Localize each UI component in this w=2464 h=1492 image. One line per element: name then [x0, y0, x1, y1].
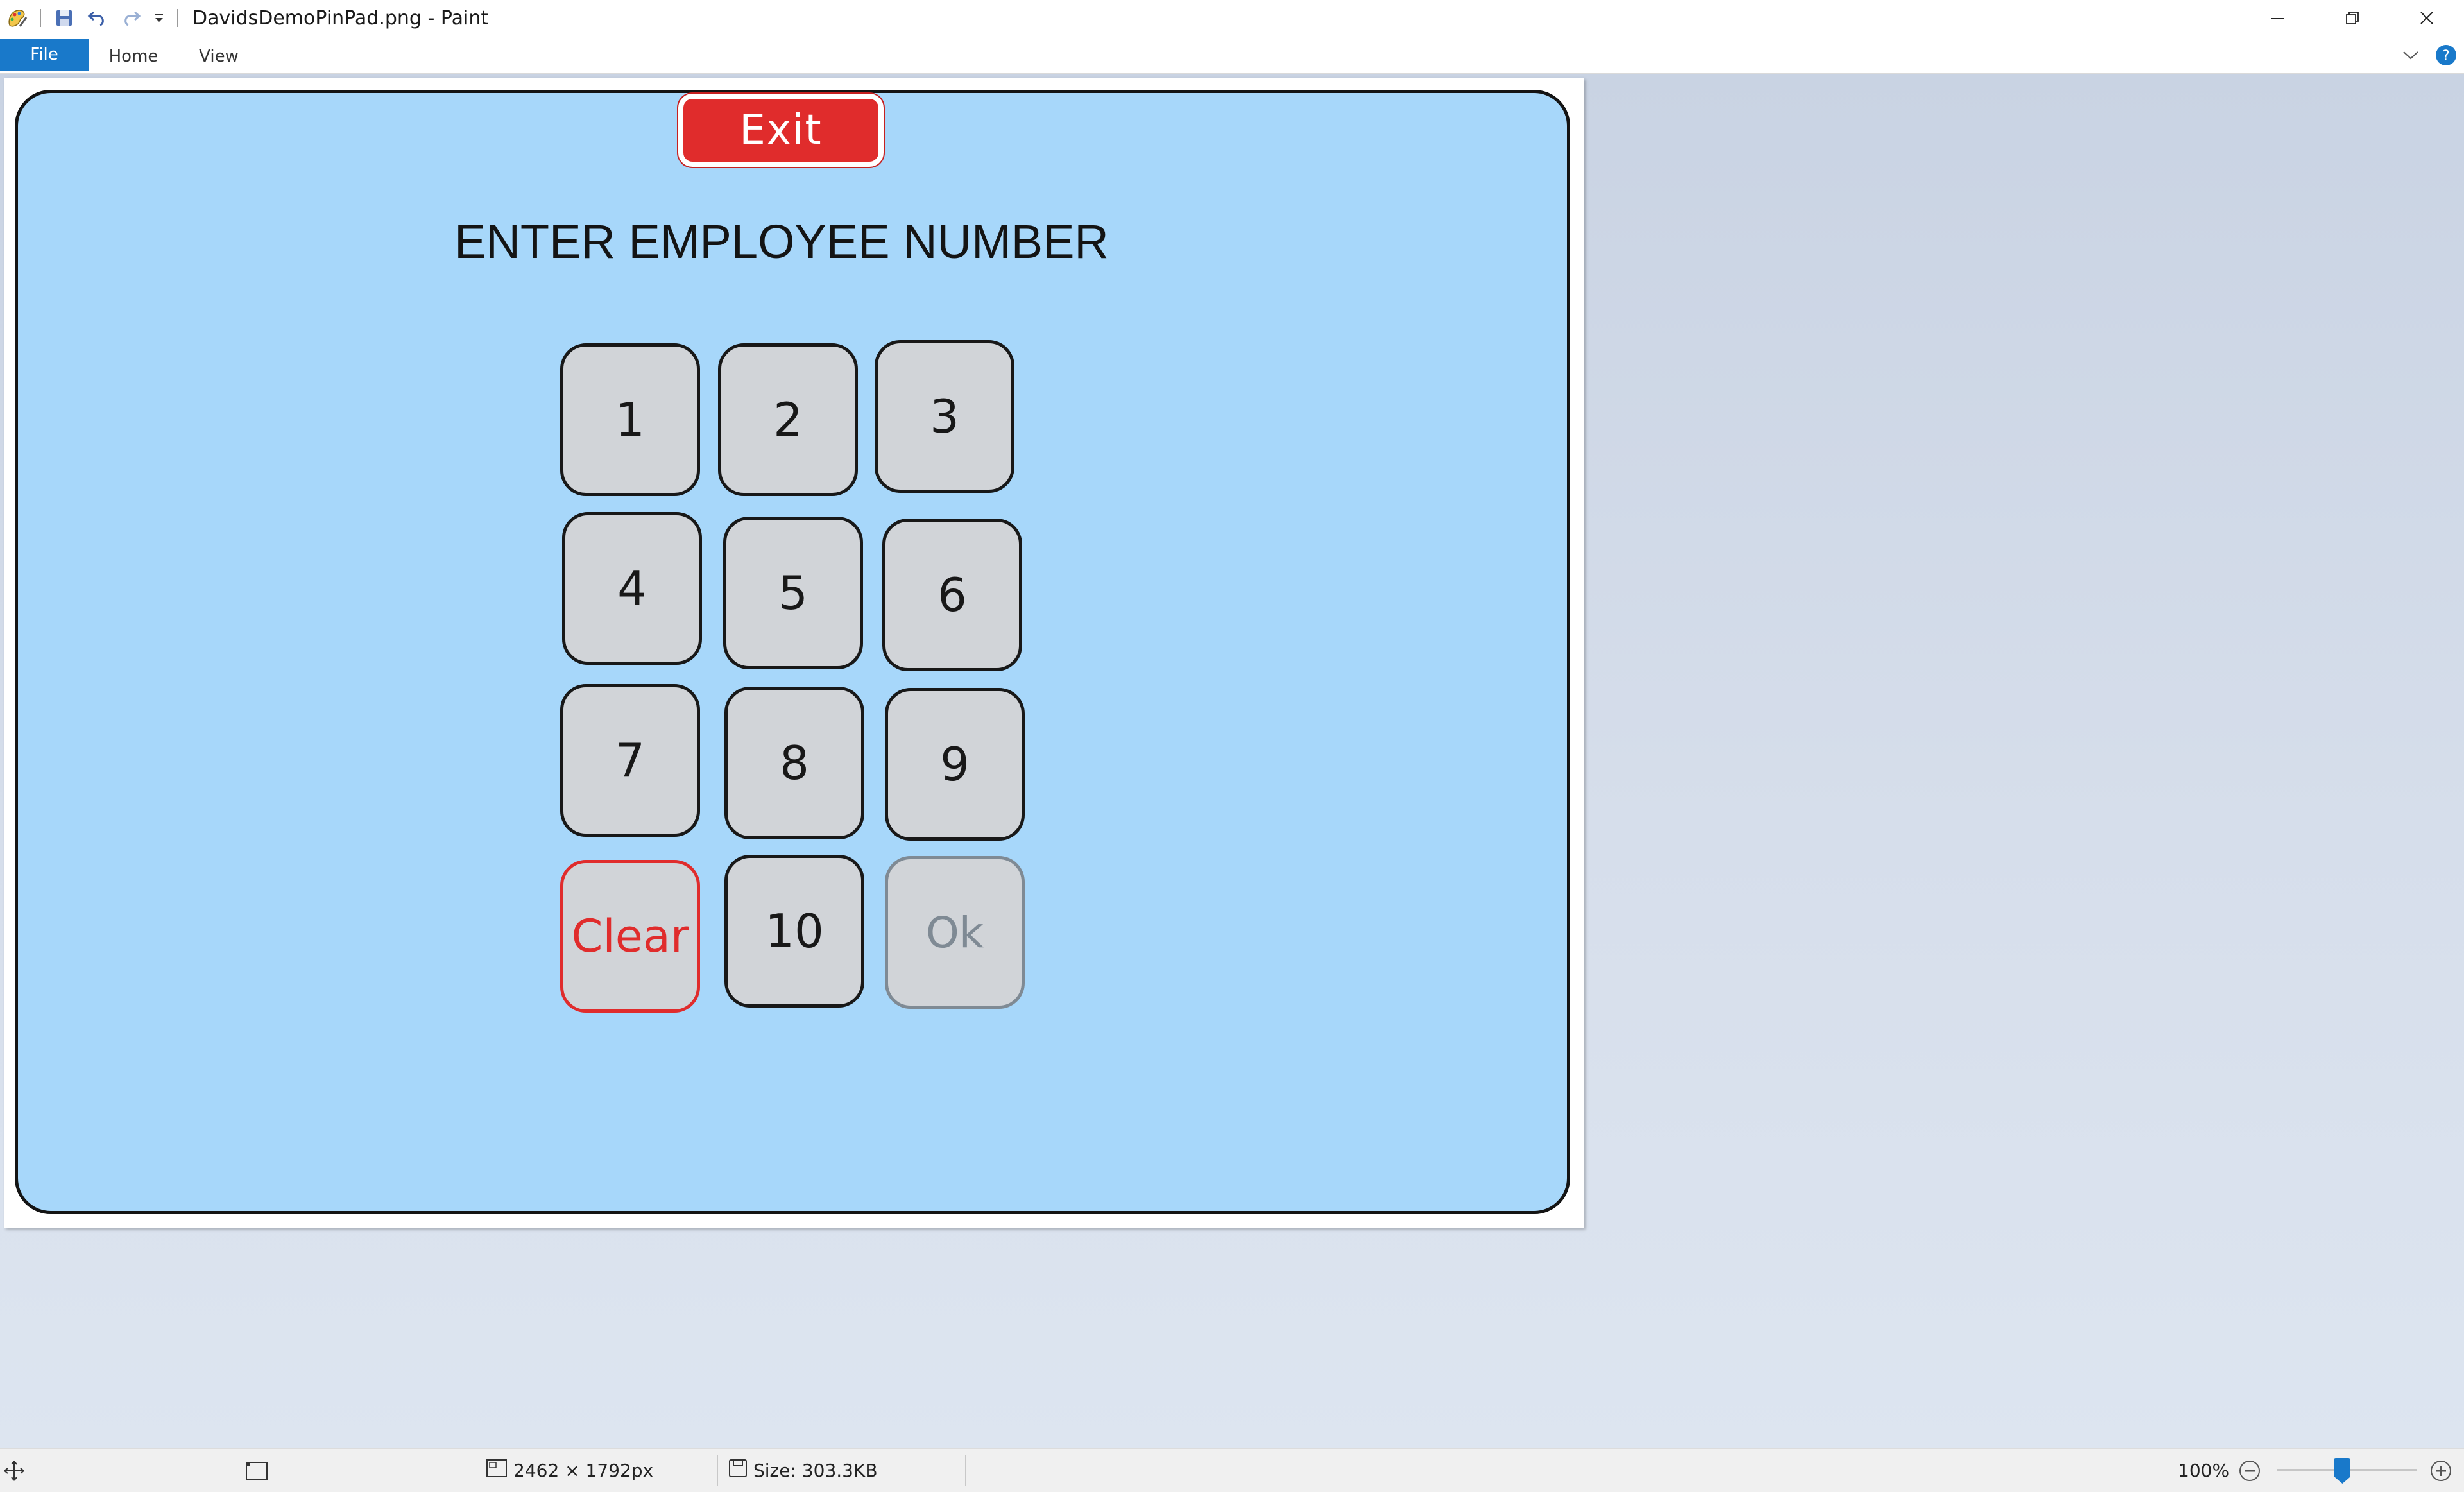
quick-access-toolbar [0, 0, 185, 36]
restore-icon[interactable] [2315, 0, 2390, 36]
key-8[interactable]: 8 [724, 687, 864, 839]
image-size-icon [485, 1457, 508, 1484]
tab-home[interactable]: Home [101, 41, 166, 72]
image-dimensions: 2462 × 1792px [513, 1460, 654, 1481]
key-5[interactable]: 5 [723, 517, 863, 669]
key-4[interactable]: 4 [562, 512, 702, 665]
undo-icon[interactable] [81, 0, 114, 36]
clear-button[interactable]: Clear [560, 860, 700, 1013]
qat-separator [177, 9, 178, 27]
key-3[interactable]: 3 [875, 340, 1014, 493]
help-icon[interactable]: ? [2434, 44, 2458, 70]
key-2[interactable]: 2 [718, 343, 858, 496]
window-controls [2241, 0, 2464, 36]
qat-separator [40, 9, 41, 27]
key-1[interactable]: 1 [560, 343, 700, 496]
workspace: Exit ENTER EMPLOYEE NUMBER 1 2 3 4 5 6 7… [0, 74, 2464, 1448]
file-size-indicator: Size: 303.3KB [728, 1449, 878, 1492]
disk-icon [728, 1458, 748, 1483]
save-icon[interactable] [47, 0, 81, 36]
key-6[interactable]: 6 [882, 519, 1022, 671]
ribbon-tabs: File Home View ? [0, 36, 2464, 74]
title-bar: DavidsDemoPinPad.png - Paint [0, 0, 2464, 36]
selection-move-icon [3, 1449, 26, 1492]
ribbon-right-controls: ? [2401, 41, 2464, 72]
page-title: ENTER EMPLOYEE NUMBER [454, 215, 1109, 268]
window-title: DavidsDemoPinPad.png - Paint [193, 6, 489, 30]
zoom-slider-thumb[interactable] [2334, 1458, 2351, 1484]
exit-button[interactable]: Exit [678, 94, 884, 167]
customize-qat-icon[interactable] [148, 0, 171, 36]
zoom-out-icon[interactable] [2238, 1449, 2261, 1492]
zoom-level: 100% [2178, 1460, 2230, 1481]
ok-button[interactable]: Ok [885, 856, 1025, 1009]
tab-file[interactable]: File [0, 39, 89, 71]
chevron-down-icon[interactable] [2401, 49, 2420, 65]
minimize-icon[interactable] [2241, 0, 2315, 36]
image-canvas[interactable]: Exit ENTER EMPLOYEE NUMBER 1 2 3 4 5 6 7… [4, 78, 1584, 1228]
tab-view[interactable]: View [190, 41, 248, 72]
key-7[interactable]: 7 [560, 684, 700, 837]
status-separator [965, 1455, 966, 1486]
file-size: Size: 303.3KB [753, 1460, 878, 1481]
image-size-indicator: 2462 × 1792px [485, 1449, 653, 1492]
svg-text:?: ? [2442, 48, 2450, 64]
status-bar: 2462 × 1792px Size: 303.3KB 100% [0, 1448, 2464, 1492]
status-separator [717, 1455, 718, 1486]
zoom-in-icon[interactable] [2429, 1449, 2452, 1492]
key-9[interactable]: 9 [885, 688, 1025, 841]
key-10[interactable]: 10 [724, 855, 864, 1008]
close-icon[interactable] [2390, 0, 2464, 36]
redo-icon[interactable] [114, 0, 148, 36]
canvas-size-icon [244, 1449, 270, 1492]
paint-app-icon[interactable] [0, 0, 33, 36]
